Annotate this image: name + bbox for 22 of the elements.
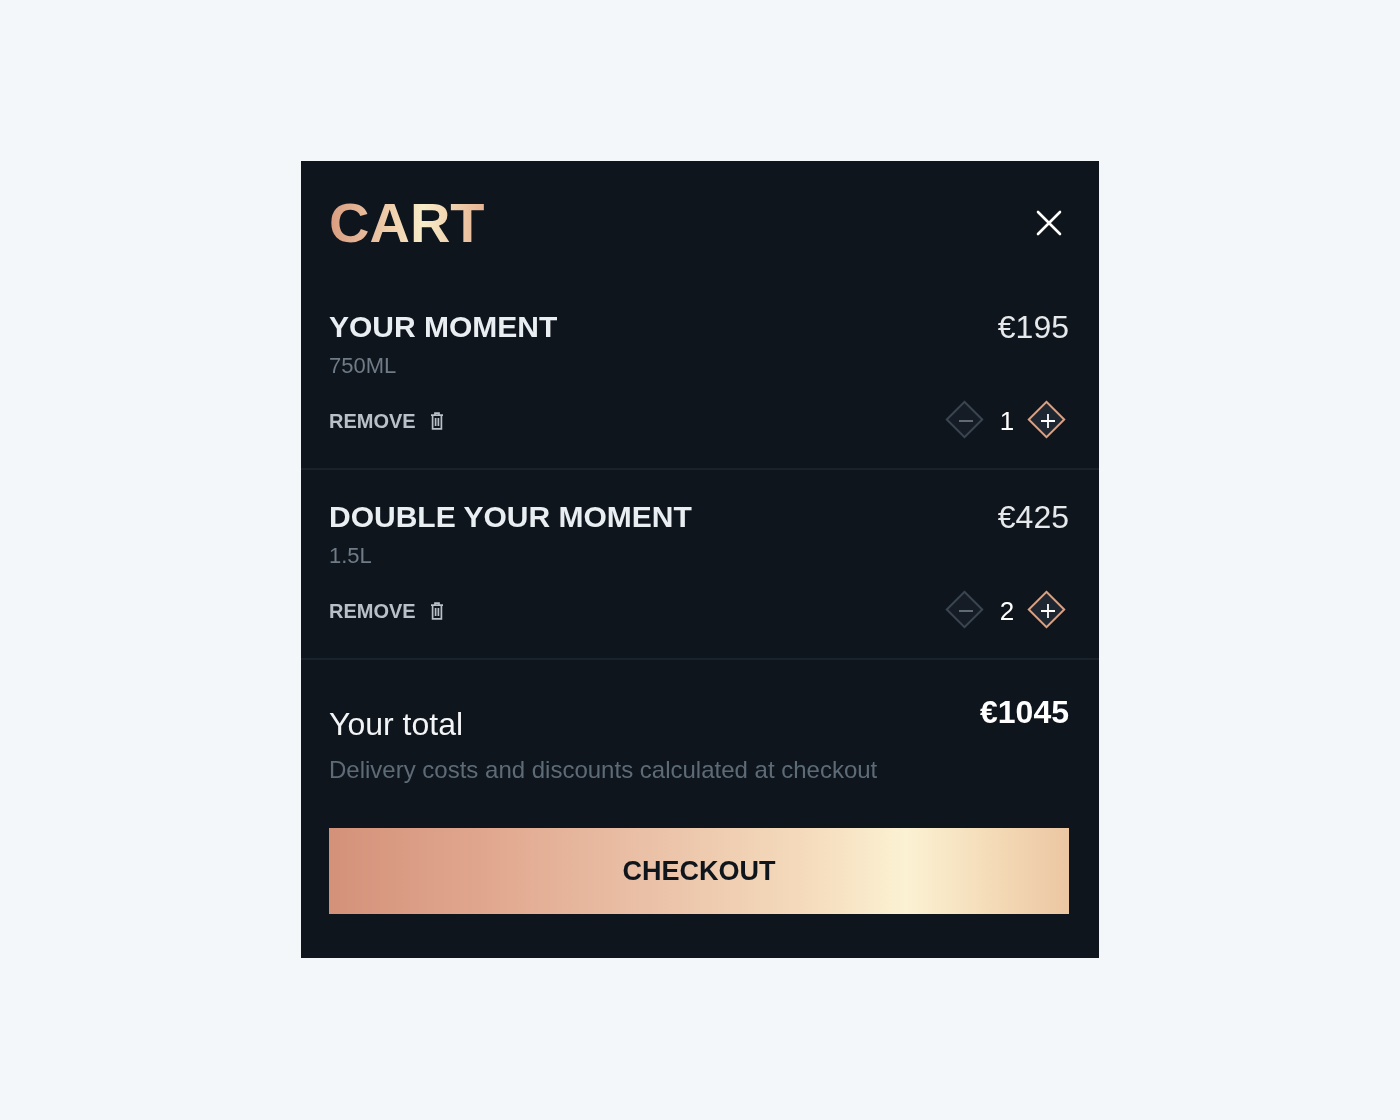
close-icon	[1036, 210, 1062, 236]
plus-icon	[1041, 414, 1055, 428]
minus-icon	[959, 610, 973, 612]
product-name: DOUBLE YOUR MOMENT	[329, 499, 692, 535]
product-size: 1.5L	[329, 542, 372, 570]
checkout-note: Delivery costs and discounts calculated at checkout	[329, 755, 878, 785]
quantity-value: 1	[998, 405, 1016, 437]
quantity-value: 2	[998, 595, 1016, 627]
total-label: Your total	[329, 705, 464, 744]
plus-icon	[1041, 604, 1055, 618]
minus-icon	[959, 420, 973, 422]
product-size: 750ML	[329, 352, 397, 380]
remove-button[interactable]: REMOVE	[329, 599, 444, 623]
total-amount: €1045	[980, 693, 1069, 732]
product-name: YOUR MOMENT	[329, 309, 558, 345]
remove-button[interactable]: REMOVE	[329, 409, 444, 433]
product-price: €425	[997, 499, 1069, 535]
close-button[interactable]	[1036, 210, 1062, 236]
trash-icon	[429, 602, 444, 620]
checkout-button[interactable]: CHECKOUT	[329, 828, 1069, 914]
trash-icon	[429, 412, 444, 430]
product-price: €195	[997, 309, 1069, 345]
